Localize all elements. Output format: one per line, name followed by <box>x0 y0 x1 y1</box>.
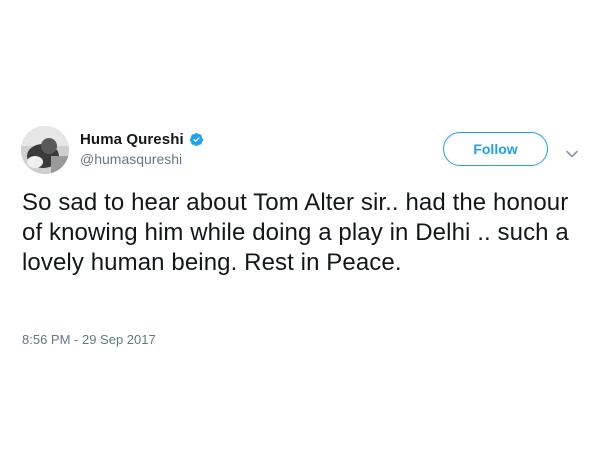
tweet-header: Huma Qureshi @humasqureshi Follow <box>21 125 591 177</box>
display-name[interactable]: Huma Qureshi <box>80 131 184 148</box>
avatar[interactable] <box>21 126 69 174</box>
tweet-text: So sad to hear about Tom Alter sir.. had… <box>22 189 569 276</box>
tweet-card: Huma Qureshi @humasqureshi Follow So sad… <box>0 0 600 450</box>
user-info: Huma Qureshi @humasqureshi <box>80 129 204 167</box>
verified-badge-icon <box>189 132 204 147</box>
tweet-timestamp[interactable]: 8:56 PM - 29 Sep 2017 <box>22 332 156 347</box>
follow-button[interactable]: Follow <box>443 132 548 166</box>
user-handle[interactable]: @humasqureshi <box>80 151 204 167</box>
name-row: Huma Qureshi <box>80 129 204 149</box>
chevron-down-icon[interactable] <box>566 145 578 158</box>
profile-photo-icon <box>21 126 69 174</box>
